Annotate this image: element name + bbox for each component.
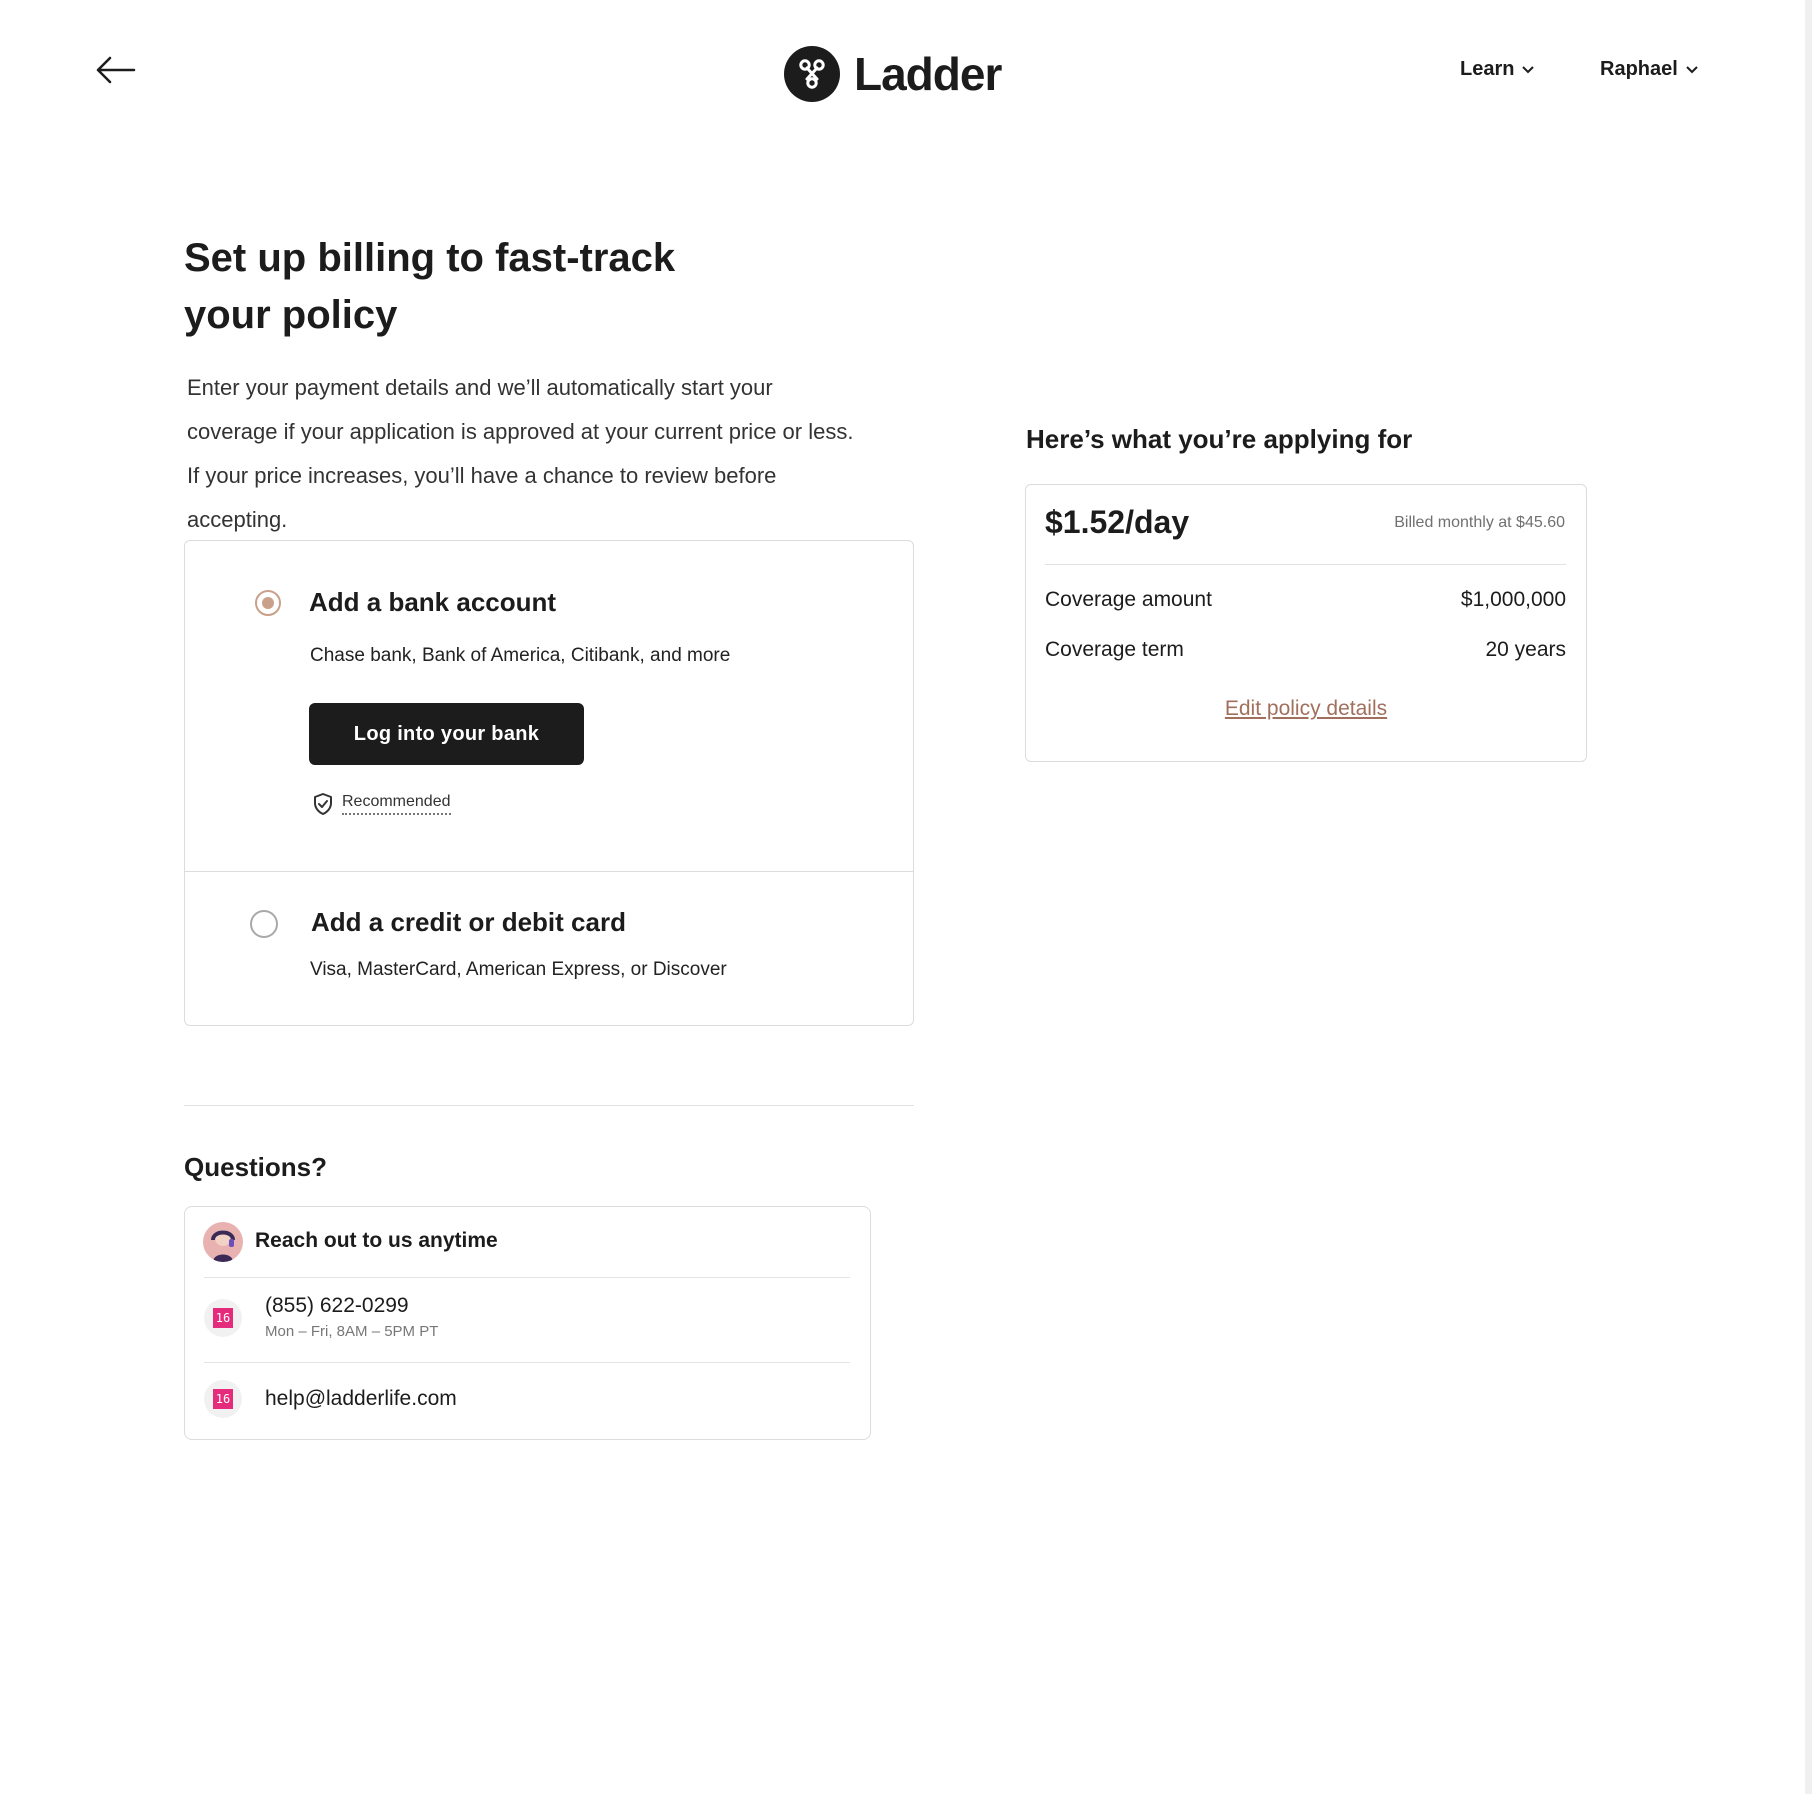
card-title[interactable]: Add a credit or debit card [311,907,626,938]
recommended-label: Recommended [342,793,451,815]
contact-divider [204,1362,850,1363]
nav-user-menu[interactable]: Raphael [1600,58,1699,81]
support-phone[interactable]: (855) 622-0299 [265,1294,409,1318]
page-title-line2: your policy [184,293,398,337]
edit-policy-link[interactable]: Edit policy details [1025,697,1587,721]
daily-price: $1.52/day [1045,504,1190,540]
chevron-down-icon [1686,65,1698,73]
reach-out-label: Reach out to us anytime [255,1229,498,1252]
log-into-bank-button[interactable]: Log into your bank [309,703,584,765]
nav-learn[interactable]: Learn [1460,58,1535,81]
support-email[interactable]: help@ladderlife.com [265,1387,457,1411]
bank-account-subtitle: Chase bank, Bank of America, Citibank, a… [310,645,731,666]
nav-learn-label: Learn [1460,58,1515,80]
bank-account-title[interactable]: Add a bank account [309,587,556,618]
nav-user-label: Raphael [1600,58,1678,80]
contact-divider [204,1277,850,1278]
page-title-line1: Set up billing to fast-track [184,236,676,280]
support-hours: Mon – Fri, 8AM – 5PM PT [265,1323,439,1340]
coverage-term-value: 20 years [1485,638,1566,661]
intro-text: Enter your payment details and we’ll aut… [187,375,854,532]
page-edge [1805,0,1812,1794]
shield-check-icon [314,793,332,815]
billed-monthly-text: Billed monthly at $45.60 [1394,514,1565,531]
section-divider [184,1105,914,1106]
summary-heading: Here’s what you’re applying for [1026,424,1413,454]
payment-options-divider [185,871,913,872]
chevron-down-icon [1522,65,1535,73]
brand-logo[interactable]: Ladder [784,46,1002,102]
coverage-term-label: Coverage term [1045,638,1184,661]
card-subtitle: Visa, MasterCard, American Express, or D… [310,959,727,980]
ladder-logo-icon [784,46,840,102]
card-radio[interactable] [250,910,278,938]
recommended-badge: Recommended [312,792,451,816]
page-title: Set up billing to fast-track your policy [184,230,744,344]
coverage-amount-value: $1,000,000 [1460,588,1566,611]
back-arrow-icon[interactable] [94,48,142,92]
coverage-amount-label: Coverage amount [1045,588,1212,611]
support-agent-avatar [203,1222,243,1262]
email-icon: 16 [204,1380,242,1418]
questions-heading: Questions? [184,1152,328,1182]
brand-name: Ladder [854,48,1002,100]
bank-account-radio[interactable] [255,590,281,616]
summary-divider [1045,564,1566,565]
phone-icon: 16 [204,1299,242,1337]
